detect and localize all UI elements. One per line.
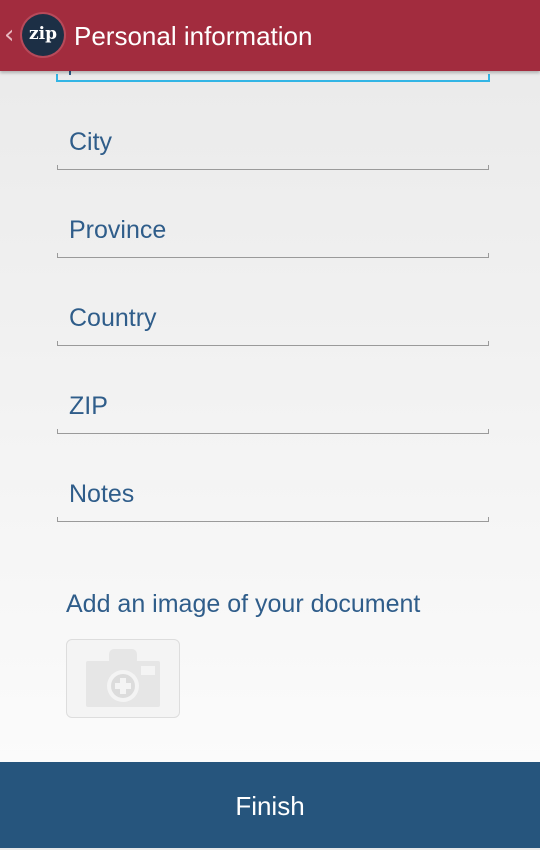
logo-text: zip: [29, 24, 57, 44]
notes-placeholder: Notes: [69, 480, 135, 508]
app-logo[interactable]: zip: [22, 14, 64, 56]
camera-add-icon: [86, 649, 160, 707]
add-document-image-button[interactable]: [66, 639, 180, 718]
city-placeholder: City: [69, 128, 113, 156]
focused-underline: [56, 74, 490, 82]
country-underline: [57, 341, 489, 346]
zip-underline: [57, 429, 489, 434]
zip-placeholder: ZIP: [69, 392, 108, 420]
finish-button[interactable]: Finish: [0, 762, 540, 848]
city-underline: [57, 165, 489, 170]
country-placeholder: Country: [69, 304, 157, 332]
page-title: Personal information: [74, 21, 313, 51]
chevron-left-icon[interactable]: ‹: [4, 20, 18, 50]
notes-underline: [57, 517, 489, 522]
province-placeholder: Province: [69, 216, 167, 244]
country-field[interactable]: Country: [57, 296, 489, 346]
app-bar: ‹ zip Personal information: [0, 0, 540, 71]
zip-field[interactable]: ZIP: [57, 384, 489, 434]
notes-field[interactable]: Notes: [57, 472, 489, 522]
document-section-label: Add an image of your document: [66, 590, 421, 618]
province-field[interactable]: Province: [57, 208, 489, 258]
city-field[interactable]: City: [57, 120, 489, 170]
province-underline: [57, 253, 489, 258]
